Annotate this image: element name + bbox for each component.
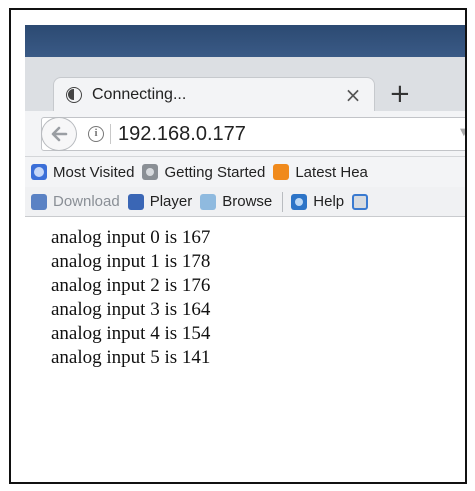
help-icon <box>291 193 308 210</box>
bookmark-most-visited[interactable]: Most Visited <box>31 164 134 181</box>
tab-active[interactable]: Connecting... × <box>53 77 375 111</box>
loading-icon <box>66 86 82 103</box>
navigation-bar: i 192.168.0.177 ▼ <box>25 111 465 157</box>
analog-reading-line: analog input 3 is 164 <box>51 299 211 320</box>
analog-reading-line: analog input 0 is 167 <box>51 227 211 248</box>
back-arrow-icon <box>51 126 68 142</box>
bookmark-label: Getting Started <box>164 163 266 181</box>
url-separator <box>110 124 111 144</box>
url-bar[interactable]: i 192.168.0.177 ▼ <box>41 117 465 151</box>
toolbar-help[interactable]: Help <box>291 193 344 210</box>
url-text[interactable]: 192.168.0.177 <box>118 122 246 146</box>
search-icon <box>352 193 369 210</box>
page-content: analog input 0 is 167 analog input 1 is … <box>25 218 465 482</box>
bookmark-label: Most Visited <box>53 163 135 181</box>
analog-reading-line: analog input 4 is 154 <box>51 323 211 344</box>
analog-reading-line: analog input 2 is 176 <box>51 275 211 296</box>
info-icon[interactable]: i <box>88 126 104 142</box>
monitor-icon <box>127 193 144 210</box>
download-icon <box>31 193 47 210</box>
chevron-down-icon[interactable]: ▼ <box>460 127 465 138</box>
toolbar-label: Browse <box>222 193 273 210</box>
toolbar-search[interactable] <box>352 193 374 210</box>
toolbar-download[interactable]: Download <box>31 193 120 210</box>
bookmark-latest-headlines[interactable]: Latest Hea <box>273 164 368 181</box>
browser-window: Connecting... × + i 192.168.0.177 ▼ Most… <box>25 25 465 482</box>
toolbar-divider <box>282 191 284 212</box>
toolbar-label: Player <box>149 193 193 210</box>
screenshot-frame: Connecting... × + i 192.168.0.177 ▼ Most… <box>9 8 467 484</box>
folder-icon <box>200 193 217 210</box>
close-icon[interactable]: × <box>340 83 366 107</box>
toolbar-label: Download <box>53 193 120 210</box>
bookmark-getting-started[interactable]: Getting Started <box>142 164 265 181</box>
tab-strip: Connecting... × + <box>25 57 465 111</box>
toolbar-browse[interactable]: Browse <box>200 193 272 210</box>
back-button[interactable] <box>41 117 77 151</box>
analog-reading-line: analog input 5 is 141 <box>51 347 211 368</box>
toolbar-player[interactable]: Player <box>127 193 193 210</box>
new-tab-button[interactable]: + <box>389 79 411 109</box>
title-bar <box>25 25 465 57</box>
tab-title: Connecting... <box>92 85 187 103</box>
toolbar-label: Help <box>313 193 345 210</box>
rss-icon <box>273 164 290 180</box>
bookmarks-toolbar: Most Visited Getting Started Latest Hea <box>25 157 465 187</box>
bookmark-label: Latest Hea <box>295 163 368 181</box>
firefox-icon <box>142 164 159 180</box>
analog-reading-line: analog input 1 is 178 <box>51 251 211 272</box>
addon-toolbar: Download Player Browse Help <box>25 187 465 217</box>
globe-icon <box>31 164 47 180</box>
